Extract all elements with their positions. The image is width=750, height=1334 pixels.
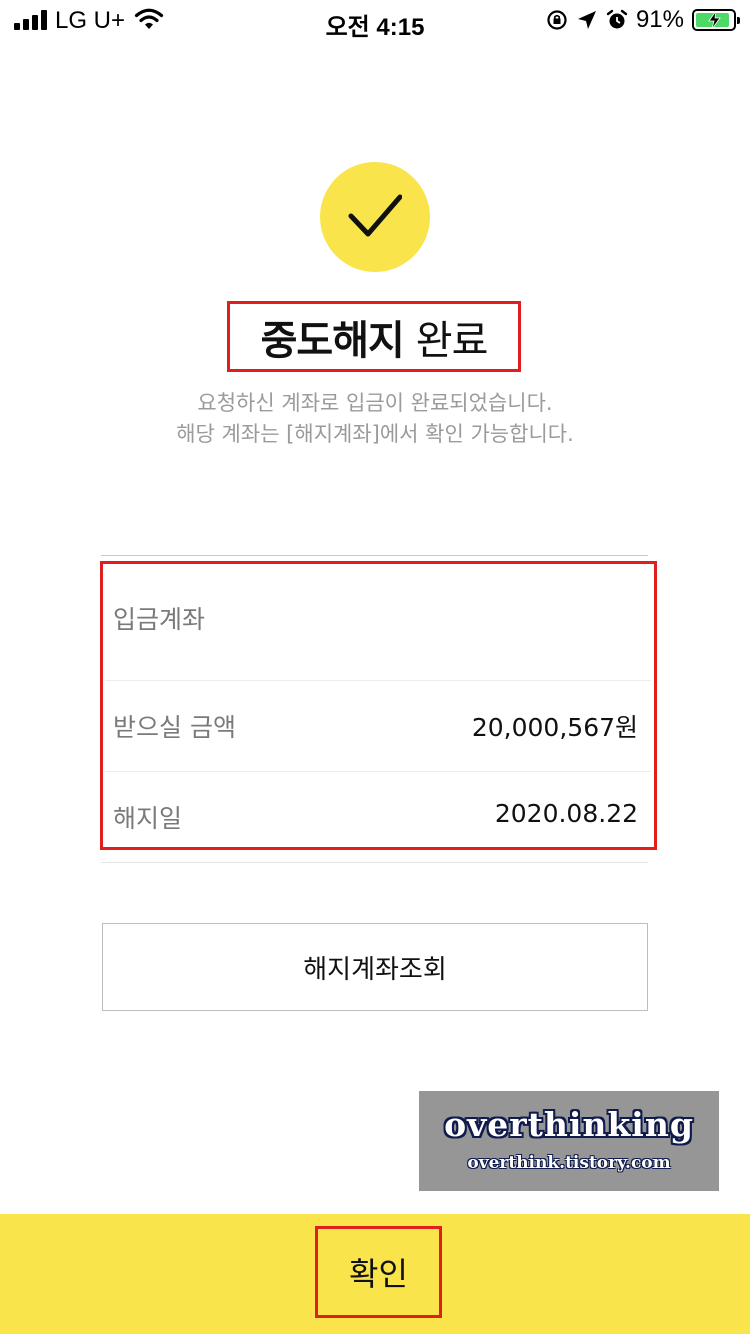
result-message-line-2: 해당 계좌는 [해지계좌]에서 확인 가능합니다.: [176, 422, 574, 446]
detail-label: 입금계좌: [113, 605, 206, 634]
detail-value: 2020.08.22: [494, 799, 638, 828]
page-title: 중도해지 완료: [227, 301, 521, 372]
termination-details: 입금계좌 받으실 금액 20,000,567원 해지일 2020.08.22: [100, 561, 657, 850]
watermark: overthinking overthink.tistory.com: [419, 1091, 719, 1191]
battery-charging-icon: [692, 9, 740, 31]
result-message-line-1: 요청하신 계좌로 입금이 완료되었습니다.: [197, 391, 553, 415]
page-title-strong: 중도해지: [260, 317, 405, 364]
status-icons: 91%: [546, 6, 740, 34]
divider: [105, 680, 651, 681]
watermark-title: overthinking: [444, 1105, 694, 1144]
confirm-button-label[interactable]: 확인: [315, 1226, 442, 1318]
divider: [101, 862, 648, 863]
result-message: 요청하신 계좌로 입금이 완료되었습니다. 해당 계좌는 [해지계좌]에서 확인…: [0, 388, 750, 450]
detail-label: 받으실 금액: [113, 713, 236, 742]
confirm-button[interactable]: 확인: [0, 1214, 750, 1334]
success-check-badge: [320, 162, 430, 272]
screen: LG U+ 오전 4:15 91% 중도해지 완료 요청하신 계좌로 입금이 완…: [0, 0, 750, 1334]
battery-percent: 91%: [635, 6, 684, 33]
divider: [105, 771, 651, 772]
divider: [101, 555, 648, 556]
checkmark-icon: [348, 194, 402, 237]
alarm-icon: [606, 9, 628, 29]
page-title-rest: 완료: [415, 317, 489, 364]
rotation-lock-icon: [547, 10, 567, 30]
detail-value: 20,000,567원: [471, 713, 638, 742]
location-arrow-icon: [577, 11, 596, 29]
view-closed-account-button[interactable]: 해지계좌조회: [102, 923, 648, 1011]
watermark-url: overthink.tistory.com: [467, 1153, 671, 1173]
detail-label: 해지일: [113, 804, 183, 833]
status-bar: LG U+ 오전 4:15 91%: [0, 0, 750, 42]
